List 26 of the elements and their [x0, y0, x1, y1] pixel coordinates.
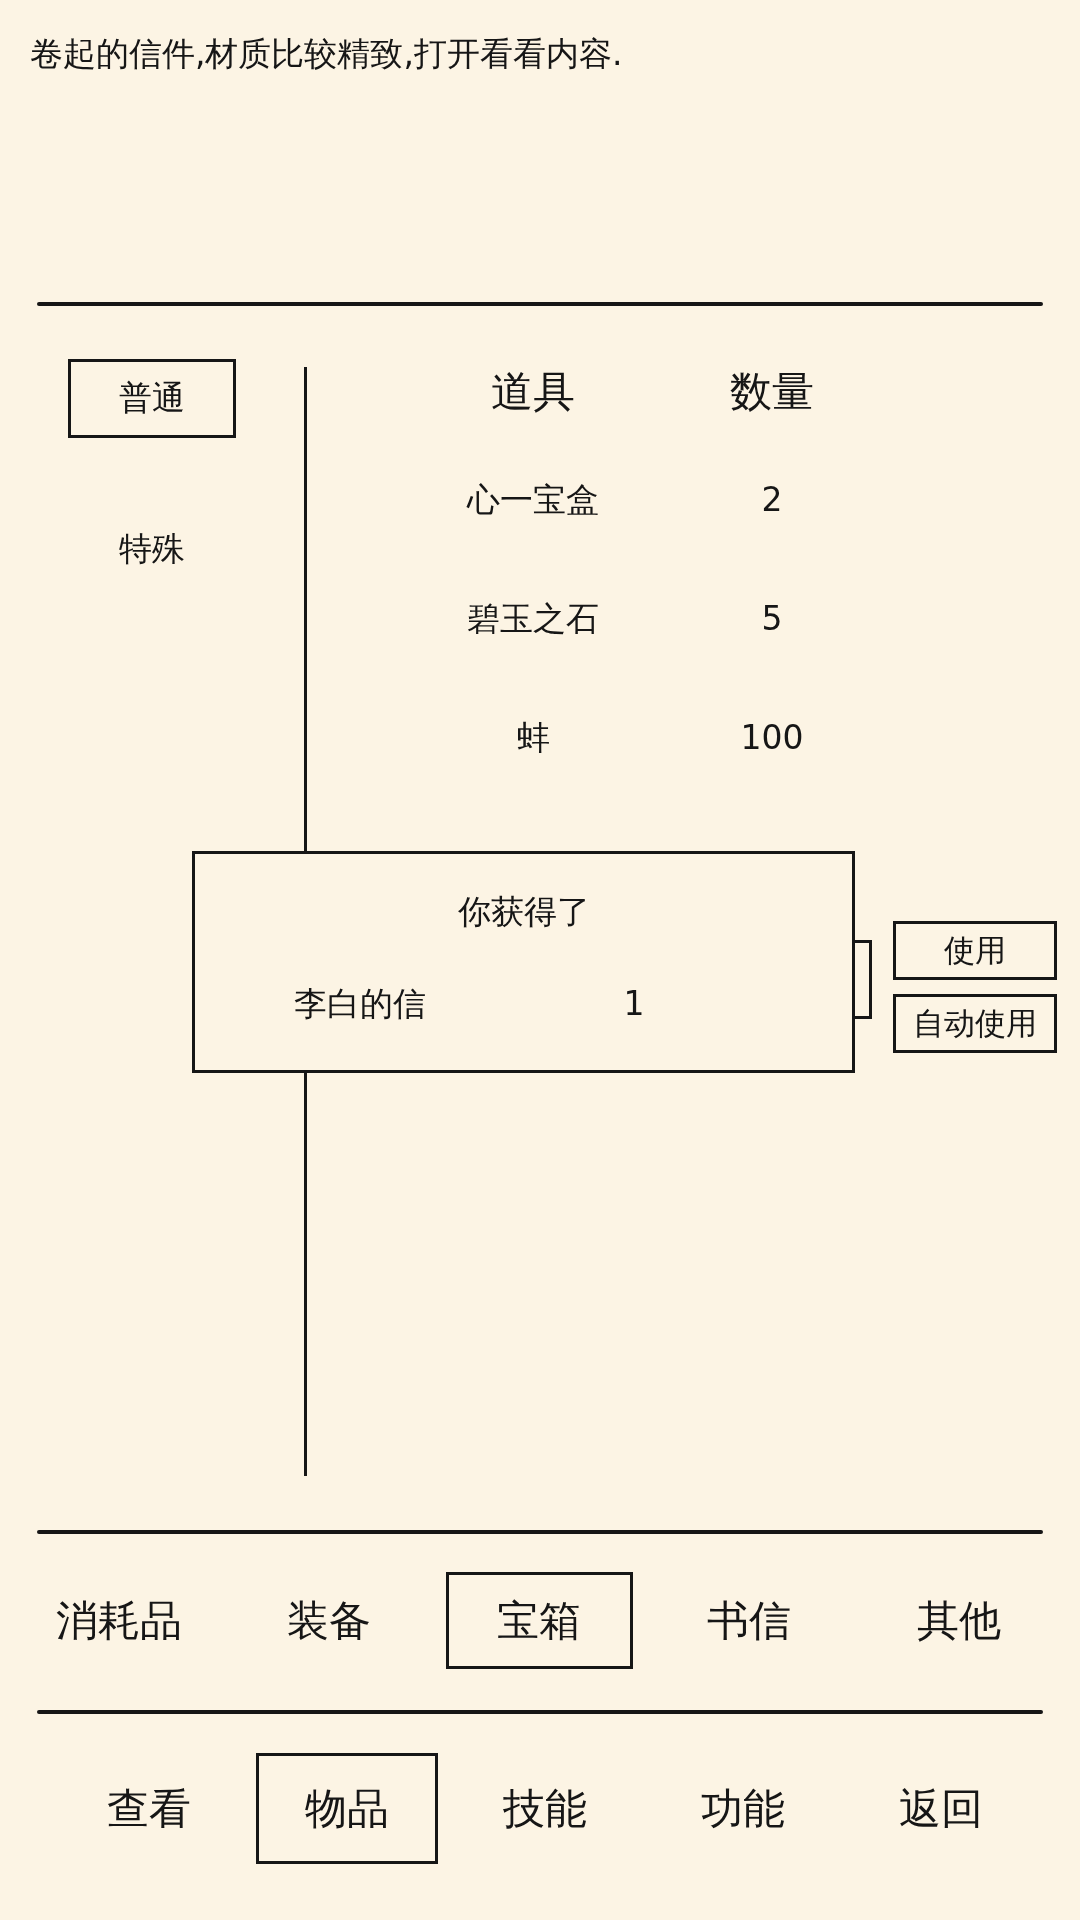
item-description: 卷起的信件,材质比较精致,打开看看内容.	[30, 33, 623, 75]
category-tab[interactable]: 宝箱	[445, 1572, 633, 1669]
reward-name: 李白的信	[294, 983, 426, 1025]
category-tab[interactable]: 其他	[865, 1572, 1053, 1669]
category-tab[interactable]: 消耗品	[25, 1572, 213, 1669]
nav-tab[interactable]: 功能	[652, 1753, 834, 1864]
item-name: 心一宝盒	[467, 478, 599, 521]
item-count: 100	[740, 716, 804, 759]
item-name: 碧玉之石	[467, 597, 599, 640]
item-name: 蚌	[516, 716, 550, 759]
item-count: 5	[761, 597, 783, 640]
reward-count: 1	[623, 983, 645, 1025]
column-header: 数量	[729, 366, 815, 418]
item-count: 2	[761, 478, 783, 521]
nav-tab[interactable]: 查看	[58, 1753, 240, 1864]
action-button[interactable]: 使用	[893, 921, 1057, 980]
nav-tab[interactable]: 技能	[454, 1753, 636, 1864]
nav-tab[interactable]: 物品	[256, 1753, 438, 1864]
column-header: 道具	[490, 366, 576, 418]
filter-tab[interactable]: 普通	[68, 359, 236, 438]
category-tab[interactable]: 装备	[235, 1572, 423, 1669]
dialog-title: 你获得了	[457, 891, 590, 933]
filter-tab[interactable]: 特殊	[68, 510, 236, 589]
category-tab[interactable]: 书信	[655, 1572, 843, 1669]
nav-tab[interactable]: 返回	[850, 1753, 1032, 1864]
action-button[interactable]: 自动使用	[893, 994, 1057, 1053]
